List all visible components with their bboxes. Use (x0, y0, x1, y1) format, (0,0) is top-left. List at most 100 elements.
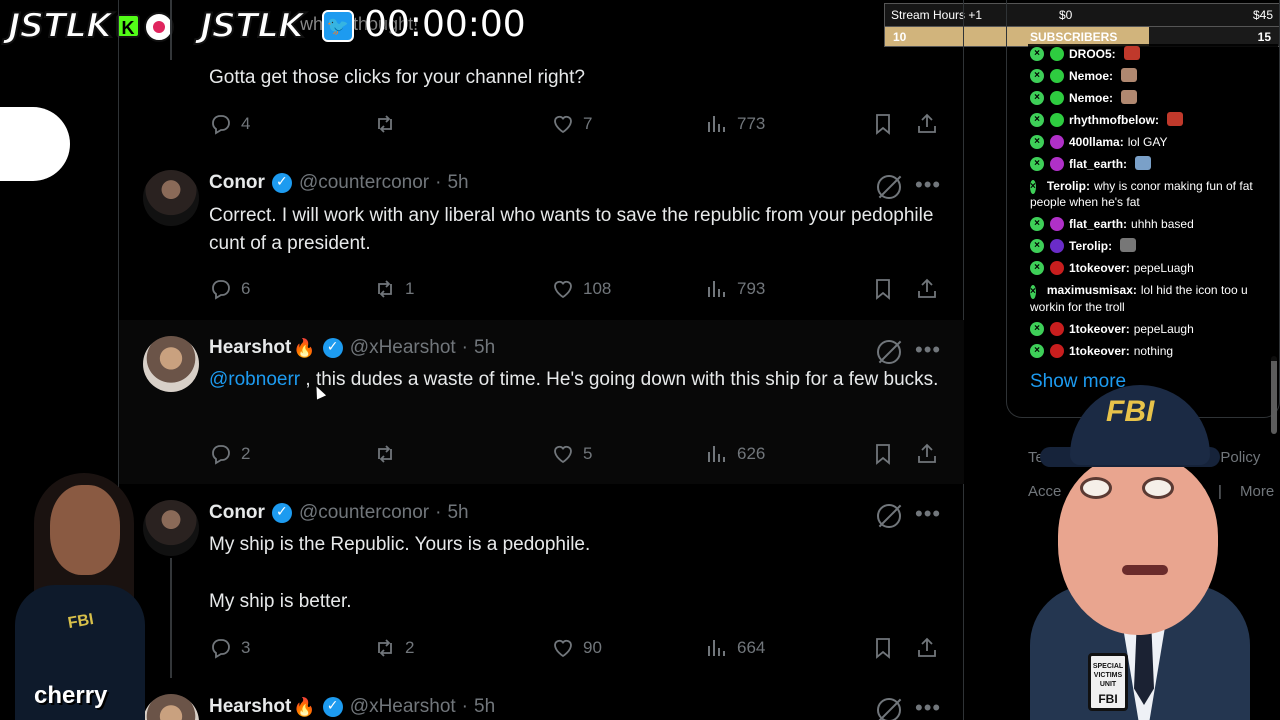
moderate-icon[interactable]: × (1030, 91, 1044, 105)
more-icon[interactable]: ••• (915, 174, 941, 196)
author-name[interactable]: Conor (209, 172, 265, 194)
moderate-icon[interactable]: × (1030, 343, 1044, 358)
chat-username[interactable]: Nemoe: (1069, 90, 1113, 106)
share-button[interactable] (915, 442, 947, 466)
chat-username[interactable]: DROO5: (1069, 46, 1116, 62)
more-icon[interactable]: ••• (915, 697, 941, 719)
reply-button[interactable]: 3 (209, 636, 250, 660)
moderate-icon[interactable]: × (1030, 239, 1044, 254)
moderate-icon[interactable]: × (1030, 69, 1044, 83)
chat-message: × 1tokeover: nothing (1028, 340, 1278, 361)
views-button[interactable]: 626 (705, 442, 765, 466)
moderate-icon[interactable]: × (1030, 284, 1036, 299)
grok-icon[interactable] (877, 698, 901, 720)
avatar[interactable] (143, 336, 199, 392)
chat-username[interactable]: Terolip: (1047, 179, 1090, 193)
author-name[interactable]: Hearshot (209, 696, 291, 718)
avatar[interactable] (143, 500, 199, 556)
author-handle[interactable]: @counterconor (299, 502, 429, 524)
moderate-icon[interactable]: × (1030, 261, 1044, 276)
scrollbar-thumb[interactable] (1271, 356, 1277, 434)
retweet-button[interactable] (373, 442, 405, 466)
like-count: 90 (583, 638, 602, 657)
more-icon[interactable]: ••• (915, 503, 941, 525)
chat-text: lol GAY (1127, 135, 1168, 149)
tweet[interactable]: Conor @counterconor · 5h ••• My ship is … (119, 486, 964, 686)
bookmark-icon (876, 114, 890, 135)
share-icon (918, 443, 936, 463)
tweet-time[interactable]: 5h (474, 696, 495, 718)
bookmark-button[interactable] (871, 277, 903, 301)
verified-icon (322, 696, 344, 718)
views-button[interactable]: 773 (705, 112, 765, 136)
chat-username[interactable]: rhythmofbelow: (1069, 112, 1159, 128)
moderate-icon[interactable]: × (1030, 321, 1044, 336)
chat-username[interactable]: maximusmisax: (1047, 283, 1137, 297)
moderate-icon[interactable]: × (1030, 135, 1044, 149)
author-name[interactable]: Hearshot (209, 337, 291, 359)
chat-text: pepeLaugh (1133, 321, 1194, 336)
moderate-icon[interactable]: × (1030, 157, 1044, 171)
chat-username[interactable]: flat_earth: (1069, 156, 1127, 172)
views-button[interactable]: 664 (705, 636, 765, 660)
share-button[interactable] (915, 112, 947, 136)
avatar[interactable] (143, 170, 199, 226)
like-button[interactable]: 90 (551, 636, 602, 660)
fbi-mascot-overlay: FBI SPECIAL VICTIMS UNIT FBI (1030, 385, 1250, 720)
tweet-thread-feed[interactable]: Gotta get those clicks for your channel … (118, 0, 964, 720)
share-icon (918, 278, 936, 298)
reply-button[interactable]: 2 (209, 442, 250, 466)
like-button[interactable]: 108 (551, 277, 611, 301)
retweet-button[interactable]: 1 (373, 277, 414, 301)
moderate-icon[interactable]: × (1030, 47, 1044, 61)
chat-username[interactable]: Terolip: (1069, 238, 1112, 254)
tweet[interactable]: Conor @counterconor · 5h ••• Correct. I … (119, 158, 964, 318)
reply-button[interactable]: 6 (209, 277, 250, 301)
tweet[interactable]: Hearshot 🔥 @xHearshot · 5h ••• @robnoerr… (119, 320, 964, 484)
like-count: 7 (583, 114, 593, 133)
reply-button[interactable]: 4 (209, 112, 250, 136)
moderate-icon[interactable]: × (1030, 113, 1044, 127)
like-button[interactable]: 5 (551, 442, 592, 466)
share-button[interactable] (915, 277, 947, 301)
chat-username[interactable]: 1tokeover: (1069, 260, 1130, 276)
views-button[interactable]: 793 (705, 277, 765, 301)
chat-username[interactable]: flat_earth: (1069, 216, 1127, 232)
tweet-time[interactable]: 5h (447, 502, 468, 524)
bookmark-button[interactable] (871, 636, 903, 660)
moderate-icon[interactable]: × (1030, 217, 1044, 232)
tweet-time[interactable]: 5h (474, 337, 495, 359)
bookmark-button[interactable] (871, 442, 903, 466)
like-button[interactable]: 7 (551, 112, 592, 136)
chat-username[interactable]: 1tokeover: (1069, 321, 1130, 337)
grok-icon[interactable] (877, 504, 901, 528)
chat-username[interactable]: Nemoe: (1069, 68, 1113, 84)
user-badge-icon (1050, 321, 1064, 336)
share-button[interactable] (915, 636, 947, 660)
retweet-button[interactable] (373, 112, 405, 136)
moderate-icon[interactable]: × (1030, 180, 1036, 195)
author-handle[interactable]: @counterconor (299, 172, 429, 194)
chat-username[interactable]: 400llama: (1069, 134, 1124, 150)
reply-count: 2 (241, 444, 251, 463)
tweet-header: Conor @counterconor · 5h (209, 172, 469, 194)
chat-username[interactable]: 1tokeover: (1069, 343, 1130, 359)
grok-icon[interactable] (877, 340, 901, 364)
chat-message: × 1tokeover: pepeLaugh (1028, 318, 1278, 339)
more-icon[interactable]: ••• (915, 339, 941, 361)
avatar[interactable] (143, 694, 199, 720)
tweet[interactable]: Gotta get those clicks for your channel … (119, 0, 964, 158)
mention-link[interactable]: @robnoerr (209, 369, 300, 390)
chat-message: × 1tokeover: pepeLuagh (1028, 258, 1278, 279)
tweet[interactable]: Hearshot 🔥 @xHearshot · 5h ••• (119, 686, 964, 720)
tweet-header: Hearshot 🔥 @xHearshot · 5h (209, 696, 495, 718)
retweet-button[interactable]: 2 (373, 636, 414, 660)
author-name[interactable]: Conor (209, 502, 265, 524)
tweet-actions: 6 1 108 793 (209, 277, 939, 301)
author-handle[interactable]: @xHearshot (350, 696, 456, 718)
reply-icon (212, 445, 230, 465)
author-handle[interactable]: @xHearshot (350, 337, 456, 359)
tweet-time[interactable]: 5h (447, 172, 468, 194)
bookmark-button[interactable] (871, 112, 903, 136)
grok-icon[interactable] (877, 175, 901, 199)
